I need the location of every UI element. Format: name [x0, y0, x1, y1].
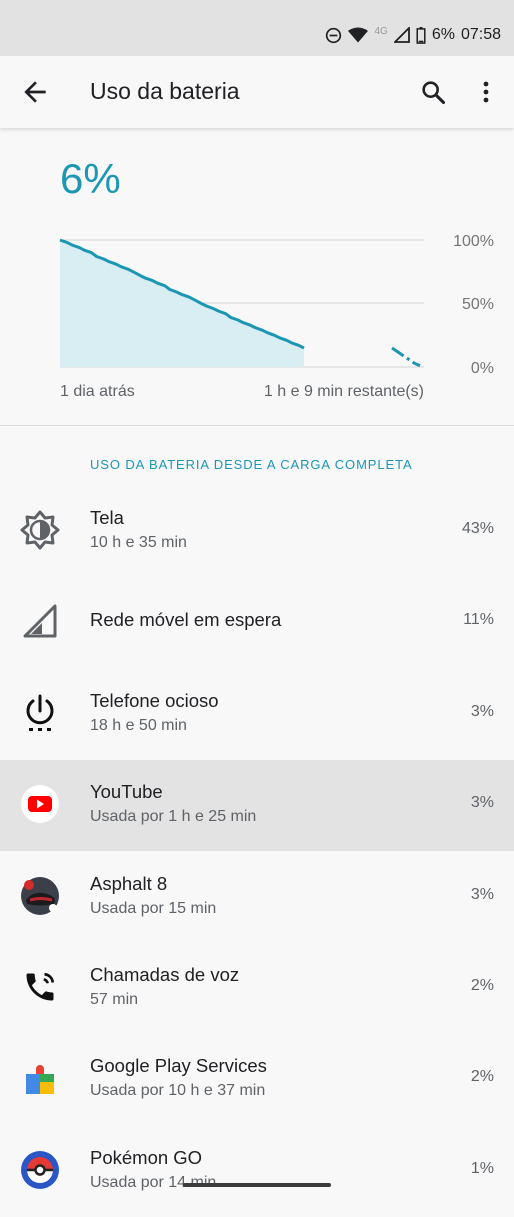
item-subtitle: Usada por 15 min	[90, 899, 217, 917]
item-percent: 2%	[470, 1068, 494, 1086]
gesture-nav-handle[interactable]	[183, 1183, 331, 1187]
list-item-rede-movel[interactable]: Rede móvel em espera 11%	[0, 577, 514, 668]
item-title: Pokémon GO	[90, 1146, 203, 1168]
item-percent: 1%	[470, 1159, 494, 1177]
status-icons: 4G 6% 07:58	[325, 23, 501, 47]
item-percent: 3%	[470, 794, 494, 812]
battery-percent-status: 6%	[431, 26, 455, 43]
list-item-telefone-ocioso[interactable]: Telefone ocioso 18 h e 50 min 3%	[0, 669, 514, 760]
item-title: Tela	[90, 507, 124, 528]
cell-signal-icon	[23, 604, 57, 638]
y-tick-label: 100%	[453, 233, 494, 250]
more-options-button[interactable]	[474, 78, 498, 106]
item-title: Rede móvel em espera	[90, 609, 282, 631]
search-button[interactable]	[419, 78, 447, 106]
battery-chart: 100% 50% 0%	[59, 233, 494, 377]
item-subtitle: Usada por 10 h e 37 min	[90, 1082, 266, 1100]
section-header: USO DA BATERIA DESDE A CARGA COMPLETA	[90, 457, 413, 472]
icon-wrapper	[19, 783, 61, 825]
icon-wrapper	[19, 1057, 61, 1099]
list-item-google-play-services[interactable]: Google Play Services Usada por 10 h e 37…	[0, 1034, 514, 1125]
icon-wrapper	[19, 966, 61, 1008]
item-title: Google Play Services	[90, 1055, 267, 1077]
back-button[interactable]	[19, 76, 51, 108]
item-percent: 11%	[463, 611, 494, 629]
network-type-label: 4G	[374, 25, 388, 37]
list-item-pokemon-go[interactable]: Pokémon GO Usada por 14 min 1%	[0, 1126, 514, 1217]
item-subtitle: 57 min	[90, 991, 139, 1008]
wifi-icon	[348, 27, 369, 43]
icon-wrapper	[19, 692, 61, 734]
search-icon	[422, 81, 446, 105]
clock: 07:58	[460, 26, 501, 43]
item-title: Telefone ocioso	[90, 689, 219, 711]
battery-level: 6%	[60, 155, 121, 202]
icon-wrapper	[19, 1149, 61, 1191]
y-tick-label: 0%	[471, 360, 494, 377]
list-item-asphalt-8[interactable]: Asphalt 8 Usada por 15 min 3%	[0, 852, 514, 943]
item-title: Chamadas de voz	[90, 964, 240, 985]
icon-wrapper	[19, 600, 61, 642]
item-percent: 3%	[470, 885, 494, 903]
divider	[0, 425, 514, 426]
puzzle-piece-icon	[26, 1065, 54, 1095]
power-idle-icon	[26, 694, 54, 731]
chart-start-label: 1 dia atrás	[60, 383, 135, 400]
battery-icon	[416, 26, 426, 44]
list-item-tela[interactable]: Tela 10 h e 35 min 43%	[0, 486, 514, 577]
item-subtitle: 10 h e 35 min	[90, 534, 187, 551]
item-percent: 43%	[461, 520, 494, 537]
do-not-disturb-icon	[326, 27, 342, 43]
battery-projection-line	[391, 346, 421, 368]
app-bar: Uso da bateria	[0, 56, 514, 128]
list-item-youtube[interactable]: YouTube Usada por 1 h e 25 min 3%	[0, 760, 514, 852]
asphalt-8-icon	[21, 876, 59, 915]
chart-end-label: 1 h e 9 min restante(s)	[263, 383, 424, 400]
status-bar: 4G 6% 07:58	[0, 0, 514, 56]
back-arrow-icon	[24, 81, 46, 103]
pokeball-icon	[21, 1150, 59, 1189]
signal-icon	[393, 27, 410, 43]
item-title: YouTube	[90, 781, 163, 803]
page-title: Uso da bateria	[90, 78, 240, 104]
youtube-icon	[21, 785, 59, 824]
item-percent: 2%	[470, 977, 494, 994]
item-percent: 3%	[470, 702, 494, 720]
icon-wrapper	[19, 875, 61, 917]
y-tick-label: 50%	[462, 296, 494, 313]
item-title: Asphalt 8	[90, 872, 168, 894]
list-item-chamadas-de-voz[interactable]: Chamadas de voz 57 min 2%	[0, 943, 514, 1034]
phone-call-icon	[26, 972, 55, 1001]
icon-wrapper	[19, 509, 61, 551]
brightness-icon	[20, 510, 60, 550]
item-subtitle: Usada por 1 h e 25 min	[90, 808, 257, 826]
more-vert-icon	[483, 81, 489, 103]
item-subtitle: 18 h e 50 min	[90, 716, 187, 734]
